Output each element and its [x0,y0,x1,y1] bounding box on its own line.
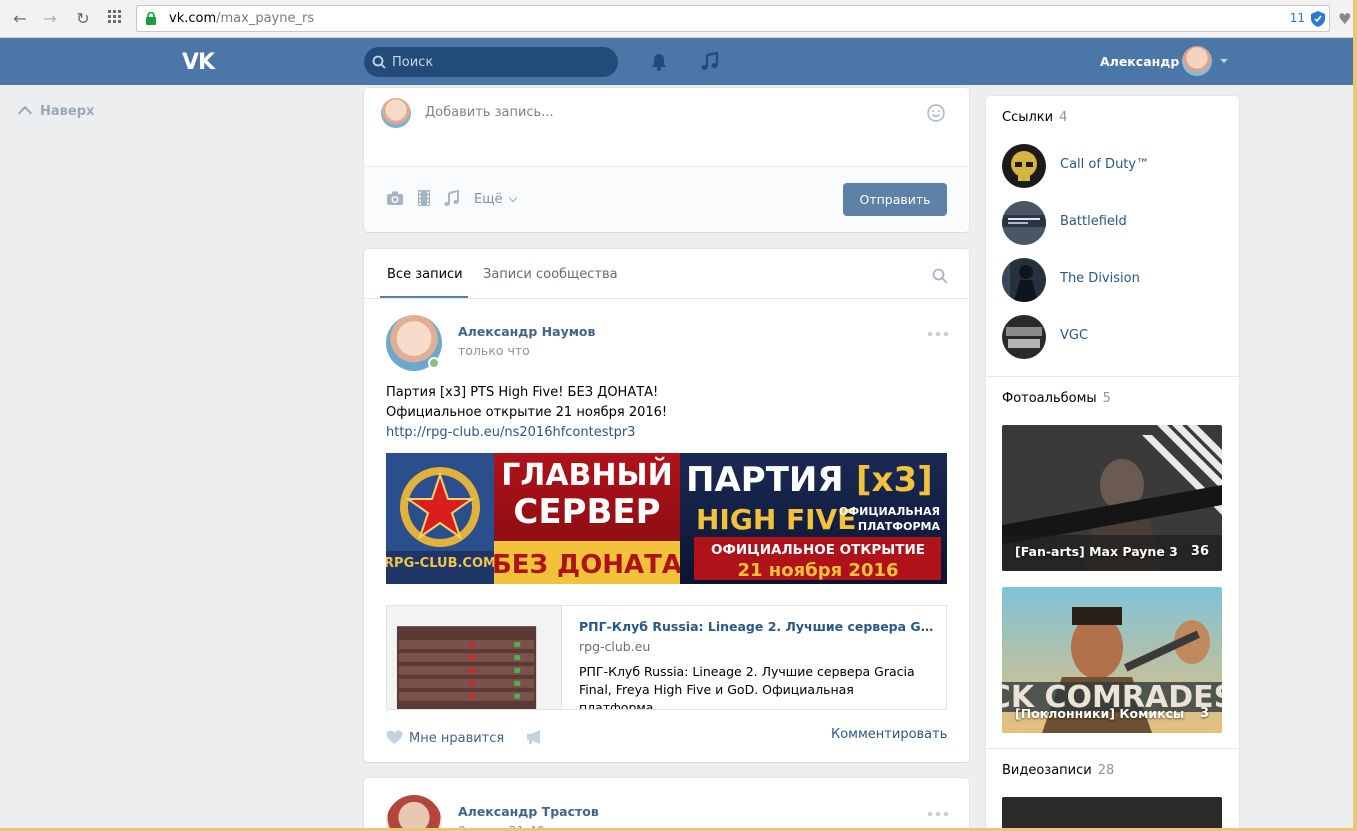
post-url-link[interactable]: http://rpg-club.eu/ns2016hfcontestpr3 [386,423,667,443]
video-thumbnail[interactable] [1002,797,1222,831]
heart-icon [386,730,403,744]
lock-icon [146,12,156,25]
banner-date: 21 ноября 2016 [737,560,898,581]
banner-site: RPG-CLUB.COM [386,556,496,571]
site-header: VK Александр [0,38,1357,85]
videos-section-title[interactable]: Видеозаписи 28 [1002,763,1114,778]
extension-badge-count: 11 [1289,11,1305,25]
search-icon [372,55,386,69]
banner-high-five: HIGH FIVE [696,503,856,536]
header-avatar[interactable] [1182,46,1212,76]
banner-x3: [x3] [856,460,933,500]
banner-opening: ОФИЦИАЛЬНОЕ ОТКРЫТИЕ [711,542,925,558]
banner-official-1: ОФИЦИАЛЬНАЯ [839,505,940,518]
active-tab-indicator [380,296,468,298]
post-author-name[interactable]: Александр Наумов [458,324,595,339]
link-item[interactable]: Battlefield [1002,201,1232,245]
more-options-icon[interactable] [927,811,949,817]
right-sidebar: Ссылки 4 Call of Duty™ Battlefield The Di… [986,96,1239,831]
banner-main-line2: СЕРВЕР [513,492,660,532]
photo-album[interactable]: CK COMRADES [Поклонники] Комиксы 3 [1002,587,1222,733]
wall-feed: Все записи Записи сообщества Александр Н… [364,249,969,762]
browser-toolbar: ← → ↻ vk.com/max_payne_rs 11 ♥ [0,0,1357,38]
chevron-up-icon [17,105,33,121]
snippet-description: РПГ-Клуб Russia: Lineage 2. Лучшие серве… [579,664,915,710]
forward-arrow-icon[interactable]: → [40,9,60,29]
wall-tabs: Все записи Записи сообщества [364,249,969,299]
post-author-avatar[interactable] [386,795,442,831]
post-author-name[interactable]: Александр Трастов [458,804,599,819]
back-arrow-icon[interactable]: ← [10,9,30,29]
address-bar[interactable]: vk.com/max_payne_rs 11 [136,5,1330,32]
megaphone-share-icon[interactable] [526,729,544,745]
like-button[interactable]: Мне нравится [386,727,504,746]
video-icon[interactable] [415,190,433,206]
composer-avatar [381,98,411,128]
links-section-title[interactable]: Ссылки 4 [1002,110,1067,125]
apps-grid-icon[interactable] [105,9,125,29]
banner-no-donate: БЕЗ ДОНАТА [492,550,682,580]
vgc-logo [1002,315,1046,359]
banner-party: ПАРТИЯ [686,460,844,500]
search-input[interactable] [392,51,612,73]
battlefield-logo [1002,201,1046,245]
reload-icon[interactable]: ↻ [73,9,93,29]
camera-icon[interactable] [386,190,404,206]
url-text: vk.com/max_payne_rs [169,11,315,26]
divider [986,376,1239,377]
the-division-logo [1002,258,1046,302]
comment-button[interactable]: Комментировать [831,727,947,742]
post-composer: Добавить запись... Ещё Отправить [364,88,969,232]
photo-album[interactable]: [Fan-arts] Max Payne 3 36 [1002,425,1222,571]
divider [986,748,1239,749]
tab-community-posts[interactable]: Записи сообщества [483,267,618,282]
header-user-name[interactable]: Александр [1100,54,1179,69]
search-box[interactable] [364,47,618,77]
more-options-icon[interactable] [927,331,949,337]
albums-section-title[interactable]: Фотоальбомы 5 [1002,391,1111,406]
send-button[interactable]: Отправить [843,183,947,216]
shield-extension-icon[interactable] [1311,11,1325,27]
link-snippet[interactable]: РПГ-Клуб Russia: Lineage 2. Лучшие серве… [386,605,947,710]
scroll-up-link[interactable]: Наверх [17,104,94,121]
call-of-duty-logo [1002,144,1046,188]
post-banner-image[interactable]: RPG-CLUB.COM ГЛАВНЫЙ СЕРВЕР БЕЗ ДОНАТА П… [386,453,947,584]
chevron-down-icon[interactable] [1220,59,1228,63]
chevron-down-icon [509,193,518,203]
link-item[interactable]: Call of Duty™ [1002,144,1232,188]
banner-official-2: ПЛАТФОРМА [858,520,941,533]
heart-icon[interactable]: ♥ [1338,10,1354,28]
music-icon[interactable] [699,51,721,73]
online-status-dot [428,357,440,369]
banner-main-line1: ГЛАВНЫЙ [501,457,672,493]
search-icon[interactable] [932,268,948,284]
smile-icon[interactable] [927,104,945,122]
audio-icon[interactable] [443,190,461,206]
wall-post: Александр Трастов 9 ноя в 21:40 [364,778,969,831]
link-item[interactable]: The Division [1002,258,1232,302]
composer-input[interactable]: Добавить запись... [425,105,554,120]
post-timestamp[interactable]: только что [458,343,530,358]
snippet-title[interactable]: РПГ-Клуб Russia: Lineage 2. Лучшие серве… [579,619,934,634]
snippet-thumbnail [387,606,562,709]
post-text: Партия [x3] PTS High Five! БЕЗ ДОНАТА! О… [386,383,667,443]
bell-icon[interactable] [648,51,670,73]
tab-all-posts[interactable]: Все записи [387,267,463,282]
link-item[interactable]: VGC [1002,315,1232,359]
more-attachments-dropdown[interactable]: Ещё [474,192,518,207]
window-frame [1353,0,1357,831]
snippet-domain: rpg-club.eu [579,639,651,654]
vk-logo[interactable]: VK [182,50,215,75]
